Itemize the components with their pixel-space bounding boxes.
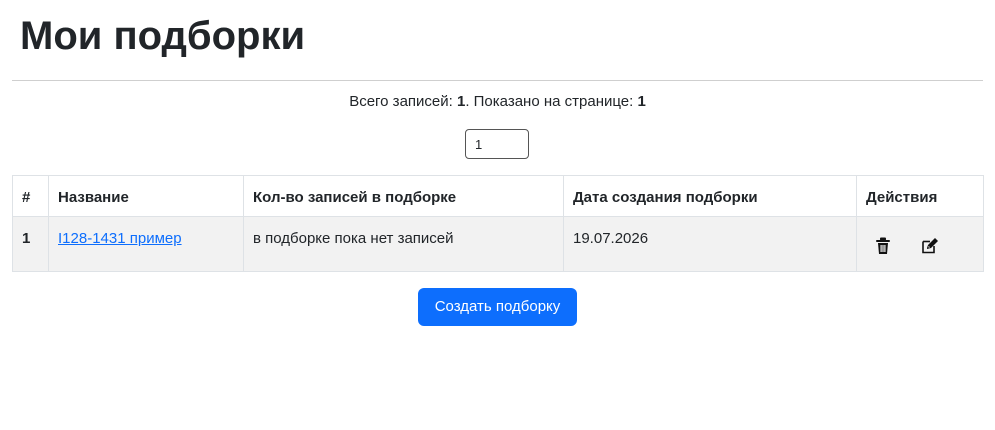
table-header-row: # Название Кол-во записей в подборке Дат… xyxy=(12,175,984,217)
row-created-cell: 19.07.2026 xyxy=(563,216,857,272)
collections-page: Мои подборки Всего записей: 1. Показано … xyxy=(0,0,995,430)
row-actions-cell xyxy=(856,216,984,272)
table-body: 1 I128-1431 пример в подборке пока нет з… xyxy=(12,216,984,272)
shown-records-value: 1 xyxy=(637,93,646,110)
row-name-cell: I128-1431 пример xyxy=(48,216,244,272)
shown-records-label: . Показано на странице: xyxy=(465,93,638,110)
row-count-cell: в подборке пока нет записей xyxy=(243,216,564,272)
records-summary: Всего записей: 1. Показано на странице: … xyxy=(12,92,983,112)
page-number-input[interactable] xyxy=(465,129,529,159)
collections-table: # Название Кол-во записей в подборке Дат… xyxy=(12,175,984,272)
edit-icon[interactable] xyxy=(917,234,941,258)
column-created-header: Дата создания подборки xyxy=(563,175,857,217)
column-number-header: # xyxy=(12,175,49,217)
create-collection-button[interactable]: Создать подборку xyxy=(418,288,577,326)
column-count-header: Кол-во записей в подборке xyxy=(243,175,564,217)
trash-icon[interactable] xyxy=(871,234,895,258)
table-header: # Название Кол-во записей в подборке Дат… xyxy=(12,175,984,217)
row-actions xyxy=(866,230,974,258)
collection-name-link[interactable]: I128-1431 пример xyxy=(58,230,182,247)
column-name-header: Название xyxy=(48,175,244,217)
row-number-cell: 1 xyxy=(12,216,49,272)
header-divider xyxy=(12,80,983,81)
total-records-label: Всего записей: xyxy=(349,93,457,110)
column-actions-header: Действия xyxy=(856,175,984,217)
page-title: Мои подборки xyxy=(20,14,306,58)
table-row: 1 I128-1431 пример в подборке пока нет з… xyxy=(12,216,984,272)
